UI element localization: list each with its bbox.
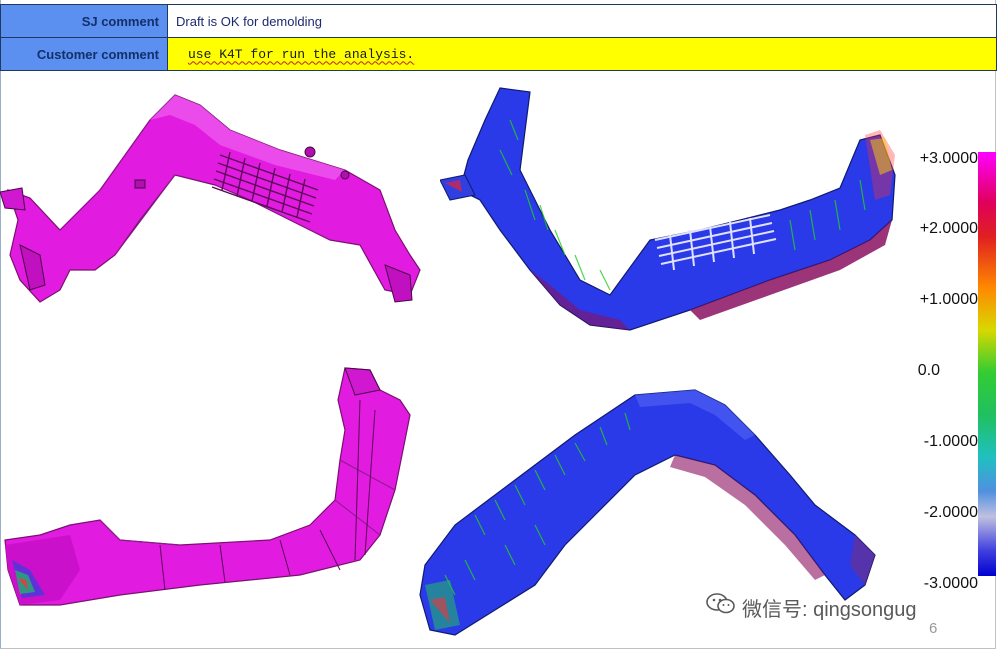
legend-tick: +3.0000 xyxy=(919,150,978,167)
customer-comment-label: Customer comment xyxy=(0,37,168,71)
wechat-icon xyxy=(706,592,736,622)
sj-comment-label: SJ comment xyxy=(0,4,168,38)
page-number: 6 xyxy=(929,620,938,637)
legend-tick: -1.0000 xyxy=(923,433,978,450)
part-view-top-right xyxy=(440,80,910,340)
sj-comment-value[interactable]: Draft is OK for demolding xyxy=(167,4,997,38)
part-view-top-left xyxy=(0,80,440,320)
legend-tick: -3.0000 xyxy=(923,575,978,592)
watermark-text: 微信号: qingsongug xyxy=(742,598,917,621)
customer-comment-row: Customer comment use K4T for run the ana… xyxy=(0,37,997,71)
legend-tick: 0.0 xyxy=(917,362,940,379)
customer-comment-value[interactable]: use K4T for run the analysis. xyxy=(167,37,997,71)
legend-tick: +2.0000 xyxy=(919,220,978,237)
part-view-bottom-left xyxy=(0,360,420,620)
sj-comment-row: SJ comment Draft is OK for demolding xyxy=(0,4,997,38)
customer-comment-text: use K4T for run the analysis. xyxy=(188,46,415,62)
deviation-color-scale xyxy=(978,152,996,576)
comment-table: SJ comment Draft is OK for demolding Cus… xyxy=(0,4,997,71)
legend-tick: -2.0000 xyxy=(923,504,978,521)
legend-tick: +1.0000 xyxy=(919,291,978,308)
watermark: 微信号: qingsongug xyxy=(706,592,917,622)
